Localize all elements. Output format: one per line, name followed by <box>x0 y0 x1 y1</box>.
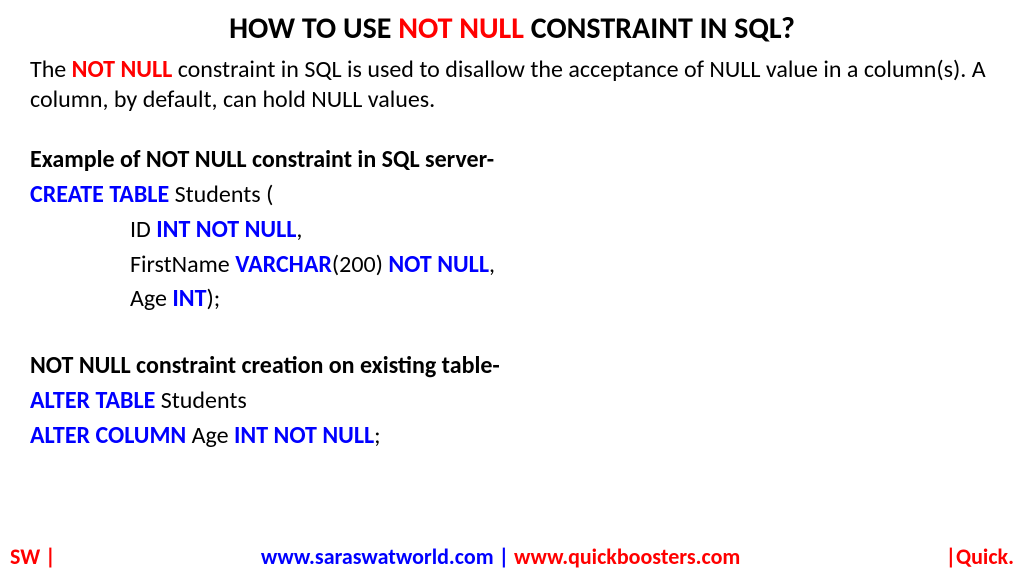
kw-create-table: CREATE TABLE <box>30 180 169 209</box>
example1-header: Example of NOT NULL constraint in SQL se… <box>30 145 994 174</box>
col-id-rest: , <box>296 215 302 244</box>
code-col-id: ID INT NOT NULL, <box>30 213 994 248</box>
col-firstname: FirstName <box>130 250 235 279</box>
kw-int: INT <box>172 284 206 313</box>
create-rest: Students ( <box>169 180 273 209</box>
page-title: HOW TO USE NOT NULL CONSTRAINT IN SQL? <box>30 10 994 47</box>
example2-header: NOT NULL constraint creation on existing… <box>30 351 994 380</box>
kw-int-notnull-1: INT NOT NULL <box>156 215 296 244</box>
alter-rest: Students <box>155 386 246 415</box>
title-post: CONSTRAINT IN SQL? <box>524 10 795 47</box>
desc-pre: The <box>30 55 72 84</box>
code-create-table: CREATE TABLE Students ( <box>30 178 994 213</box>
col-firstname-rest: , <box>489 250 495 279</box>
footer-left: SW | <box>10 543 56 570</box>
alter-col-mid: Age <box>186 421 234 450</box>
footer-center: www.saraswatworld.com | www.quickbooster… <box>261 543 740 570</box>
description-text: The NOT NULL constraint in SQL is used t… <box>30 55 994 115</box>
desc-post: constraint in SQL is used to disallow th… <box>30 55 986 114</box>
col-age: Age <box>130 284 172 313</box>
kw-int-notnull-3: INT NOT NULL <box>234 421 374 450</box>
varchar-size: (200) <box>332 250 388 279</box>
desc-highlight: NOT NULL <box>72 55 173 84</box>
code-col-age: Age INT); <box>30 282 994 317</box>
kw-varchar: VARCHAR <box>235 250 332 279</box>
col-id: ID <box>130 215 156 244</box>
kw-notnull-2: NOT NULL <box>388 250 489 279</box>
footer: SW | www.saraswatworld.com | www.quickbo… <box>0 543 1024 570</box>
col-age-rest: ); <box>206 284 220 313</box>
footer-right: |Quick. <box>946 543 1014 570</box>
kw-alter-column: ALTER COLUMN <box>30 421 186 450</box>
code-alter-column: ALTER COLUMN Age INT NOT NULL; <box>30 419 994 454</box>
code-alter-table: ALTER TABLE Students <box>30 384 994 419</box>
footer-url-1: www.saraswatworld.com | <box>261 543 514 570</box>
title-highlight: NOT NULL <box>398 10 524 47</box>
alter-col-rest: ; <box>374 421 380 450</box>
code-col-firstname: FirstName VARCHAR(200) NOT NULL, <box>30 248 994 283</box>
footer-url-2: www.quickboosters.com <box>514 543 740 570</box>
kw-alter-table: ALTER TABLE <box>30 386 155 415</box>
title-pre: HOW TO USE <box>229 10 398 47</box>
